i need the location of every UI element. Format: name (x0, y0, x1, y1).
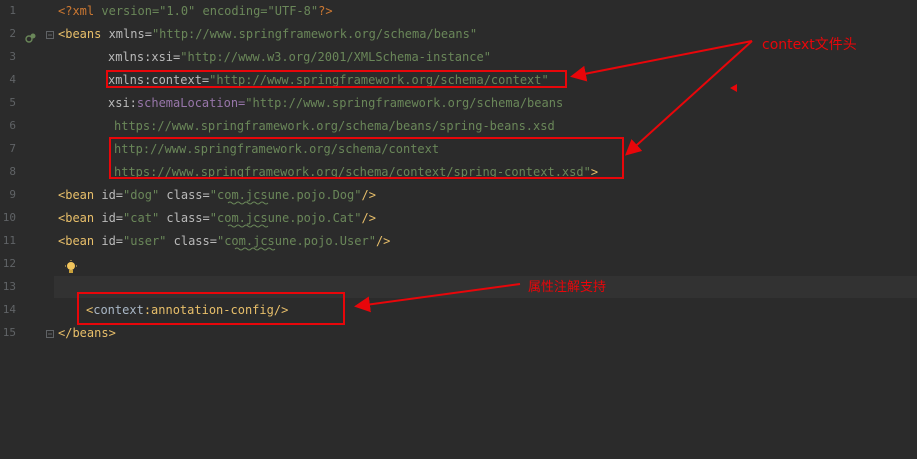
spellcheck-underlines (227, 201, 276, 251)
